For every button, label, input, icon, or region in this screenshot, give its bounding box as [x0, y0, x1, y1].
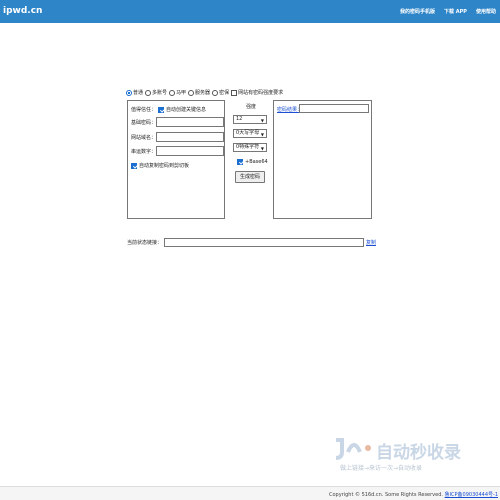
nav-download-app[interactable]: 下载 APP: [444, 8, 467, 15]
top-bar: ipwd.cn 我的密码手机版 下载 APP 使用帮助: [0, 0, 500, 23]
watermark-logo-icon: [335, 438, 371, 460]
mode-server[interactable]: 服务器: [188, 89, 210, 96]
status-link-input[interactable]: [164, 238, 365, 247]
generate-button[interactable]: 生成密码: [235, 171, 265, 183]
domain-row: 网站域名：: [131, 132, 224, 142]
radio-icon[interactable]: [145, 89, 152, 96]
chevron-down-icon: ▼: [260, 132, 264, 137]
base64-checkbox[interactable]: [237, 159, 243, 165]
length-select[interactable]: 12 ▼: [233, 115, 267, 124]
strength-requirement-toggle[interactable]: 网站有密码强度要求: [231, 89, 283, 96]
base64-row: +Base64: [237, 159, 268, 165]
footer: Copyright © 516d.cn. Some Rights Reserve…: [0, 486, 500, 500]
special-char-select[interactable]: 0特殊字符 ▼: [233, 143, 267, 152]
status-link-row: 当前状态链接： 复制: [127, 238, 377, 247]
nav-help[interactable]: 使用帮助: [476, 8, 496, 15]
mode-security[interactable]: 密保: [212, 89, 229, 96]
checkbox-icon[interactable]: [231, 89, 238, 96]
radio-icon[interactable]: [188, 89, 195, 96]
uppercase-select[interactable]: 0大写字母 ▼: [233, 129, 267, 138]
mode-multi-account[interactable]: 多账号: [145, 89, 167, 96]
nav-mobile-version[interactable]: 我的密码手机版: [400, 8, 435, 15]
result-panel: 密码结果：: [273, 100, 372, 219]
copy-link[interactable]: 复制: [366, 239, 376, 246]
auto-copy-checkbox[interactable]: [131, 162, 137, 169]
chevron-down-icon: ▼: [260, 118, 264, 123]
watermark: 自动秒收录 做上链接→来访一次→自动收录: [332, 436, 482, 476]
radio-icon[interactable]: [212, 89, 219, 96]
length-label: 强度: [246, 104, 257, 110]
watermark-title: 自动秒收录: [376, 443, 461, 463]
icp-link[interactable]: 鲁ICP备09030444号-1: [445, 492, 498, 498]
footer-text: Copyright © 516d.cn. Some Rights Reserve…: [328, 492, 498, 498]
base-password-input[interactable]: [156, 117, 224, 127]
memory-row: 值得信任： 自动创建关键信息: [131, 106, 207, 113]
number-input[interactable]: [156, 146, 224, 156]
top-nav: 我的密码手机版 下载 APP 使用帮助: [400, 8, 496, 15]
memory-checkbox[interactable]: [158, 106, 165, 113]
base-password-row: 基础密码：: [131, 117, 224, 127]
radio-icon[interactable]: [169, 89, 176, 96]
result-input[interactable]: [299, 104, 369, 113]
input-panel: 值得信任： 自动创建关键信息 基础密码： 网站域名： 串运数字： 自动复制密码到…: [127, 100, 225, 219]
number-row: 串运数字：: [131, 146, 224, 156]
chevron-down-icon: ▼: [260, 146, 264, 151]
mode-normal[interactable]: 普通: [126, 89, 143, 96]
mode-alias[interactable]: 马甲: [169, 89, 186, 96]
watermark-subtitle: 做上链接→来访一次→自动收录: [340, 465, 423, 472]
auto-copy-row: 自动复制密码到剪切板: [131, 162, 189, 169]
domain-input[interactable]: [156, 132, 224, 142]
mode-selector: 普通 多账号 马甲 服务器 密保 网站有密码强度要求: [126, 89, 283, 96]
site-logo[interactable]: ipwd.cn: [3, 6, 42, 16]
radio-icon[interactable]: [126, 89, 132, 96]
